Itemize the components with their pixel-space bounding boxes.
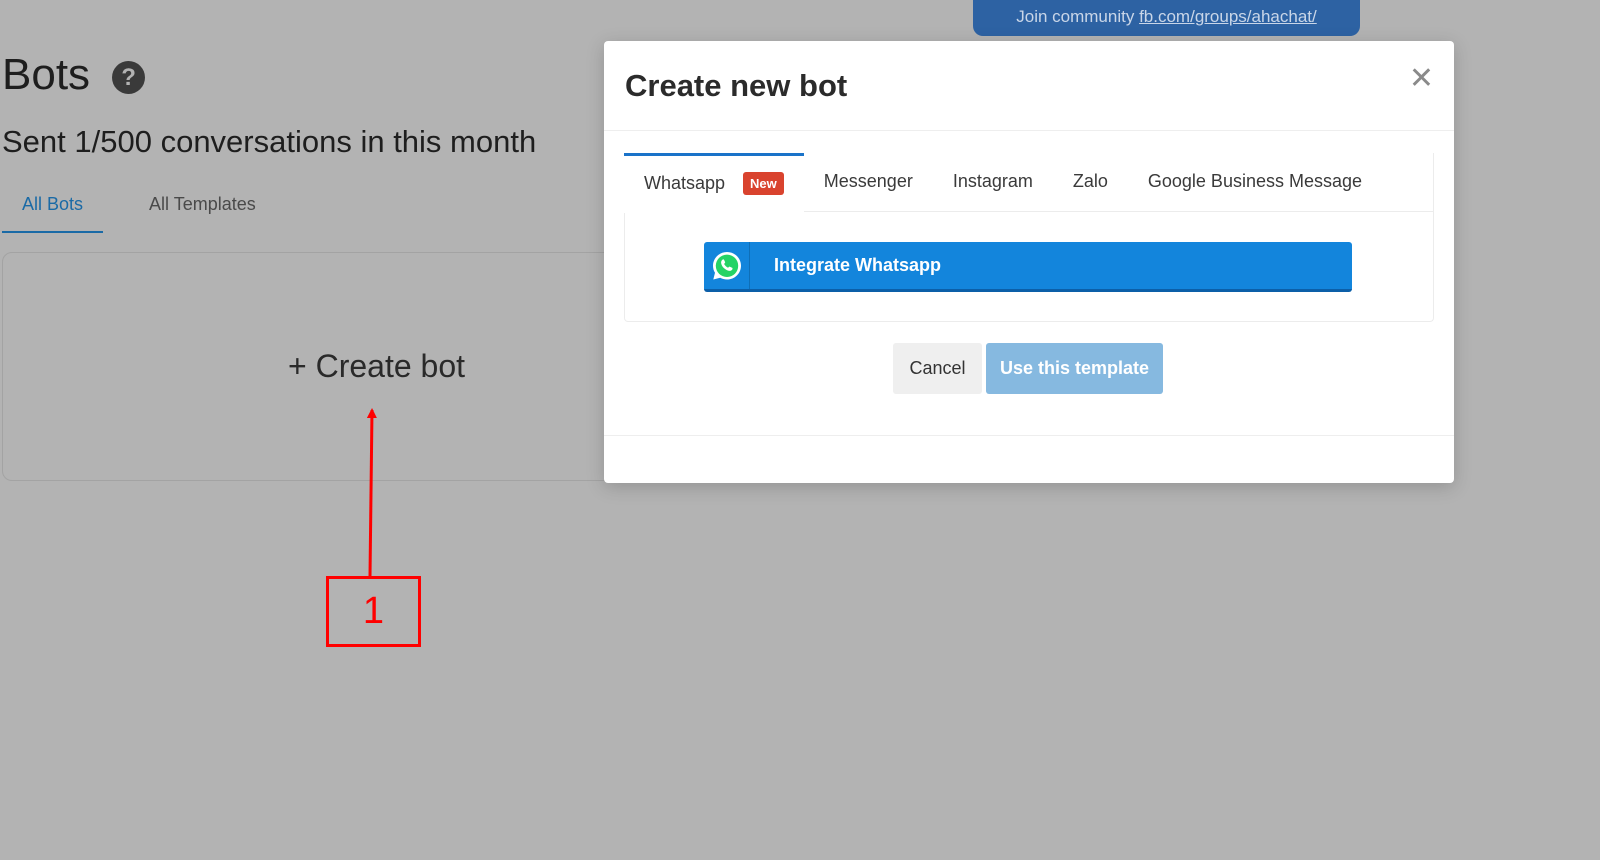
whatsapp-icon-wrap <box>704 242 750 289</box>
question-circle-icon[interactable]: ? <box>112 60 146 94</box>
tab-zalo[interactable]: Zalo <box>1053 153 1128 212</box>
community-banner-text: Join community <box>1016 7 1135 26</box>
modal-actions: Cancel Use this template <box>893 343 1163 394</box>
new-badge: New <box>743 172 784 195</box>
create-bot-modal: Create new bot ✕ Whatsapp New Messenger … <box>604 41 1454 483</box>
tab-instagram[interactable]: Instagram <box>933 153 1053 212</box>
tab-whatsapp[interactable]: Whatsapp New <box>624 153 804 213</box>
modal-body: Whatsapp New Messenger Instagram Zalo Go… <box>604 131 1454 436</box>
create-bot-label[interactable]: + Create bot <box>288 348 465 385</box>
community-link[interactable]: fb.com/groups/ahachat/ <box>1139 7 1317 26</box>
integrate-whatsapp-label: Integrate Whatsapp <box>774 255 942 275</box>
use-template-button[interactable]: Use this template <box>986 343 1163 394</box>
channel-tabs: Whatsapp New Messenger Instagram Zalo Go… <box>624 153 1434 213</box>
whatsapp-icon <box>712 251 741 279</box>
modal-header: Create new bot ✕ <box>604 41 1454 131</box>
tab-whatsapp-label: Whatsapp <box>644 173 726 193</box>
tab-messenger[interactable]: Messenger <box>804 153 933 212</box>
page-title-text: Bots <box>2 50 91 99</box>
modal-title: Create new bot <box>625 68 848 103</box>
page-title: Bots ? <box>2 50 146 100</box>
community-banner: Join community fb.com/groups/ahachat/ <box>973 0 1360 36</box>
usage-text: Sent 1/500 conversations in this month <box>2 124 537 159</box>
integrate-whatsapp-button[interactable]: Integrate Whatsapp <box>704 242 1352 292</box>
tab-all-bots[interactable]: All Bots <box>2 188 104 233</box>
cancel-button[interactable]: Cancel <box>893 343 982 394</box>
tab-google-business-message[interactable]: Google Business Message <box>1128 153 1382 212</box>
tab-all-templates[interactable]: All Templates <box>129 188 276 233</box>
annotation-callout-1: 1 <box>326 576 421 647</box>
page-tabs: All Bots All Templates <box>2 188 276 233</box>
close-icon[interactable]: ✕ <box>1409 61 1434 97</box>
